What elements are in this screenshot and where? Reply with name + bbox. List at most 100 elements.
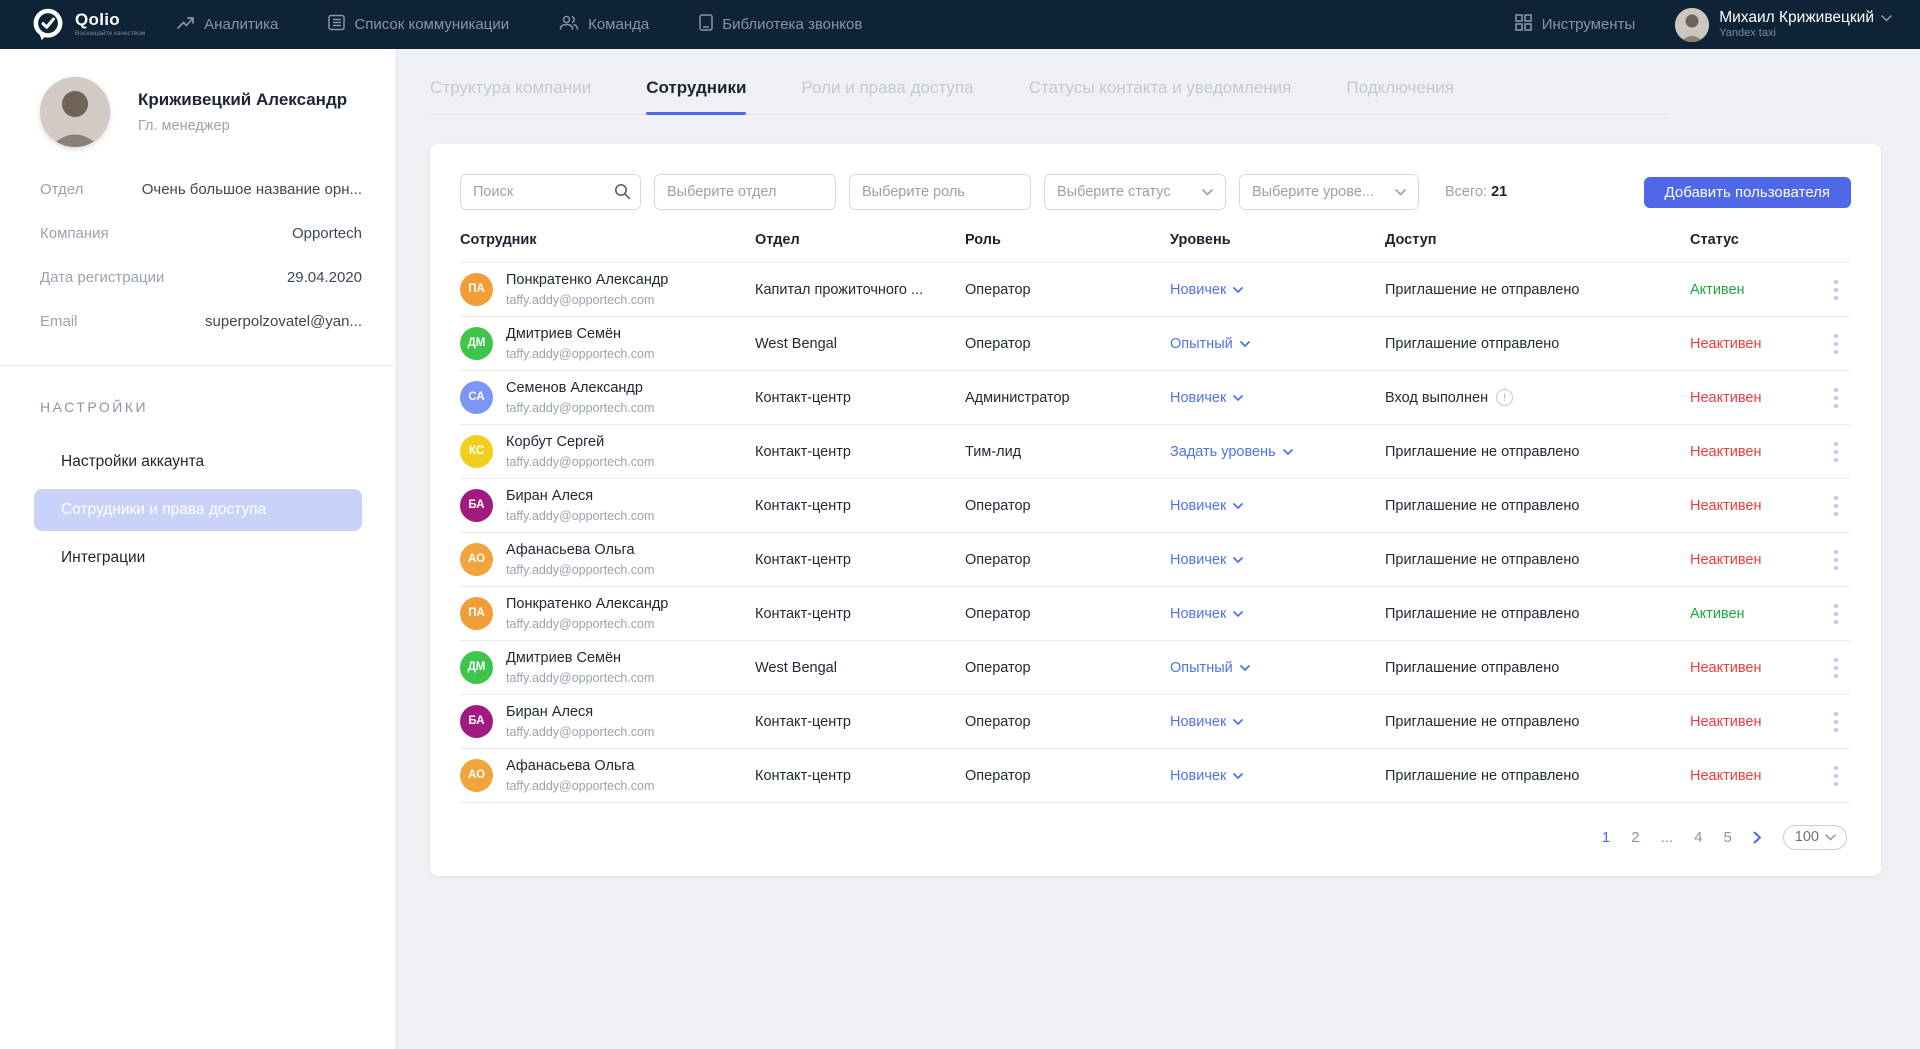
next-page-icon[interactable] [1753,831,1762,844]
info-label: Отдел [40,181,83,198]
access-label: Приглашение не отправлено [1385,606,1579,622]
table-row: БАБиран Алесяtaffy.addy@opportech.comКон… [460,479,1851,533]
add-user-button[interactable]: Добавить пользователя [1644,177,1851,208]
tab[interactable]: Статусы контакта и уведомления [1029,78,1292,114]
team-icon [559,15,579,34]
main-content: Структура компании Сотрудники Роли и права… [395,49,1920,876]
filter-select-1[interactable]: Выберите отдел [654,174,836,210]
page-number[interactable]: 5 [1723,829,1731,846]
page-number[interactable]: 4 [1694,829,1702,846]
access-label: Приглашение отправлено [1385,660,1559,676]
qolio-logo[interactable]: Qolio Восхищайте качеством [30,6,145,44]
pagination: 1 2... 4 5 100 [460,825,1851,858]
row-kebab-menu-icon[interactable] [1821,546,1851,574]
page-size-value: 100 [1795,829,1819,845]
level-dropdown[interactable]: Новичек [1170,552,1243,568]
profile-role: Гл. менеджер [138,118,347,134]
chevron-down-icon [1233,282,1243,298]
level-dropdown[interactable]: Новичек [1170,390,1243,406]
row-kebab-menu-icon[interactable] [1821,330,1851,358]
row-kebab-menu-icon[interactable] [1821,276,1851,304]
level-cell: Новичек [1170,282,1385,298]
department-cell: Контакт-центр [755,498,965,514]
profile-sidebar: Криживецкий Александр Гл. менеджер Отдел… [0,49,395,1049]
department-cell: Капитал прожиточного ... [755,282,965,298]
nav-item-4[interactable]: Библиотека звонков [699,14,862,35]
employee-cell: АОАфанасьева Ольгаtaffy.addy@opportech.c… [460,542,755,576]
table-row: АОАфанасьева Ольгаtaffy.addy@opportech.c… [460,533,1851,587]
department-cell: West Bengal [755,336,965,352]
employee-cell: КСКорбут Сергейtaffy.addy@opportech.com [460,434,755,468]
role-cell: Оператор [965,552,1170,568]
info-icon[interactable]: ! [1496,389,1513,406]
level-dropdown[interactable]: Новичек [1170,282,1243,298]
tab[interactable]: Подключения [1346,78,1454,114]
employee-cell: ДМДмитриев Семёнtaffy.addy@opportech.com [460,326,755,360]
settings-item[interactable]: Сотрудники и права доступа [34,489,362,531]
status-cell: Неактивен [1690,390,1821,406]
level-dropdown[interactable]: Новичек [1170,606,1243,622]
tab[interactable]: Сотрудники [646,78,746,114]
nav-item-3[interactable]: Команда [559,15,649,34]
chevron-down-icon [1233,606,1243,622]
tools-menu[interactable]: Инструменты [1515,14,1636,35]
row-kebab-menu-icon[interactable] [1821,708,1851,736]
employee-email: taffy.addy@opportech.com [506,563,654,577]
tab[interactable]: Структура компании [430,78,591,114]
status-cell: Неактивен [1690,444,1821,460]
row-kebab-menu-icon[interactable] [1821,762,1851,790]
nav-item-2[interactable]: Список коммуникации [328,14,509,35]
access-cell: Вход выполнен! [1385,389,1690,406]
employee-name: Дмитриев Семён [506,650,654,667]
qolio-logo-icon [30,6,66,44]
page-ellipsis: ... [1661,829,1674,846]
status-cell: Неактивен [1690,714,1821,730]
page-size-select[interactable]: 100 [1783,825,1847,850]
profile-info-list: ОтделОчень большое название орн...Компан… [40,181,362,357]
level-dropdown[interactable]: Новичек [1170,768,1243,784]
tab[interactable]: Роли и права доступа [801,78,973,114]
select-placeholder: Выберите роль [862,184,965,200]
level-dropdown[interactable]: Новичек [1170,498,1243,514]
filter-select-3[interactable]: Выберите статус [1044,174,1226,210]
settings-item[interactable]: Настройки аккаунта [34,441,362,483]
chevron-down-icon [1240,660,1250,676]
access-label: Приглашение не отправлено [1385,768,1579,784]
role-cell: Оператор [965,660,1170,676]
table-row: ДМДмитриев Семёнtaffy.addy@opportech.com… [460,641,1851,695]
column-header: Уровень [1170,232,1385,248]
row-kebab-menu-icon[interactable] [1821,384,1851,412]
filter-select-4[interactable]: Выберите урове... [1239,174,1419,210]
level-label: Новичек [1170,498,1226,514]
level-cell: Новичек [1170,552,1385,568]
employee-email: taffy.addy@opportech.com [506,293,668,307]
level-dropdown[interactable]: Задать уровень [1170,444,1293,460]
settings-item[interactable]: Интеграции [34,537,362,579]
list-icon [328,14,345,35]
info-value: Opportech [292,225,362,242]
page-number[interactable]: 2 [1631,829,1639,846]
user-menu[interactable]: Михаил Криживецкий Yandex taxi [1675,8,1892,42]
row-kebab-menu-icon[interactable] [1821,654,1851,682]
level-dropdown[interactable]: Опытный [1170,660,1250,676]
page-number[interactable]: 1 [1602,829,1610,846]
level-dropdown[interactable]: Новичек [1170,714,1243,730]
nav-item-1[interactable]: Аналитика [177,16,278,34]
chevron-down-icon [1233,390,1243,406]
user-company: Yandex taxi [1719,27,1892,40]
department-cell: Контакт-центр [755,714,965,730]
level-dropdown[interactable]: Опытный [1170,336,1250,352]
filter-select-2[interactable]: Выберите роль [849,174,1031,210]
level-label: Новичек [1170,768,1226,784]
chevron-down-icon [1825,829,1836,845]
chevron-down-icon [1233,768,1243,784]
row-kebab-menu-icon[interactable] [1821,492,1851,520]
row-kebab-menu-icon[interactable] [1821,600,1851,628]
access-cell: Приглашение отправлено [1385,336,1690,352]
employee-avatar: ДМ [460,651,493,684]
row-kebab-menu-icon[interactable] [1821,438,1851,466]
access-cell: Приглашение не отправлено [1385,444,1690,460]
employee-avatar: ПА [460,273,493,306]
chevron-down-icon [1233,498,1243,514]
table-row: ПАПонкратенко Александрtaffy.addy@opport… [460,587,1851,641]
